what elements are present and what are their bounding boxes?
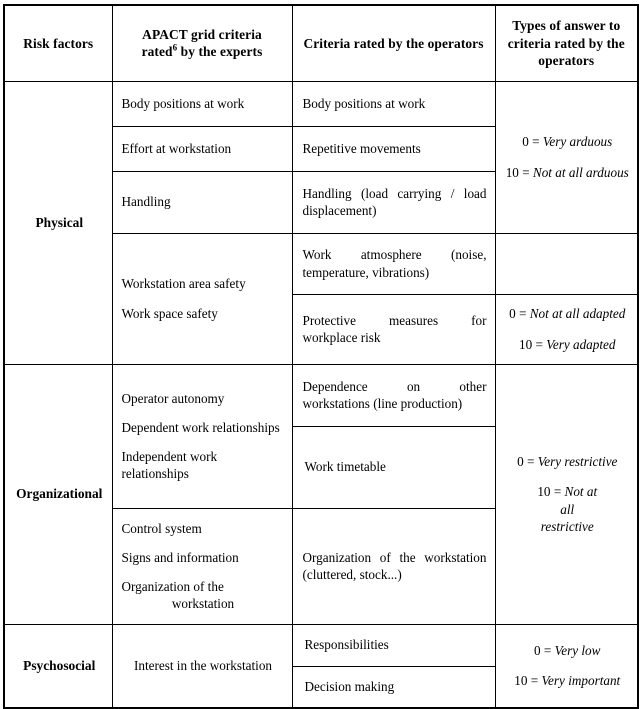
expert-criterion-autonomy-group: Operator autonomy Dependent work relatio… xyxy=(111,363,293,509)
header-apact-line1: APACT grid criteria xyxy=(142,26,262,42)
answer-line-high: 10 = Very important xyxy=(505,672,631,689)
answer-text-10: Very adapted xyxy=(546,336,616,352)
expert-criterion-line1: Organization of the xyxy=(121,579,224,594)
answer-line-low: 0 = Very restrictive xyxy=(505,453,631,470)
risk-factor-organizational: Organizational xyxy=(3,363,113,625)
expert-criterion-label: Interest in the workstation xyxy=(133,658,273,674)
expert-criterion-label: Body positions at work xyxy=(121,95,245,111)
header-apact-rated: rated xyxy=(141,44,173,60)
operator-criterion-line1: Work atmosphere (noise, xyxy=(302,247,487,263)
risk-factor-organizational-label: Organizational xyxy=(16,486,103,502)
answer-line-low: 0 = Not at all adapted xyxy=(505,305,631,322)
operator-criterion-work-atmosphere: Work atmosphere (noise, temperature, vib… xyxy=(291,232,496,295)
operator-criterion-line2: workplace risk xyxy=(302,330,381,345)
expert-criterion-control-system: Control system xyxy=(121,520,202,536)
answer-score-0: 0 = xyxy=(534,643,555,659)
operator-criterion-label: Body positions at work xyxy=(302,95,426,111)
header-criteria-rated-by-operators: Criteria rated by the operators xyxy=(291,4,496,82)
operator-criterion-responsibilities: Responsibilities xyxy=(291,623,496,667)
operator-criterion-line2: temperature, vibrations) xyxy=(302,264,430,280)
header-apact-grid-criteria: APACT grid criteria rated6 by the expert… xyxy=(111,4,293,82)
answer-score-10: 10 = xyxy=(519,336,547,352)
operator-criterion-line2: displacement) xyxy=(302,203,377,218)
table-row: Physical Body positions at work Body pos… xyxy=(3,80,639,365)
operator-criterion-body-positions: Body positions at work xyxy=(291,80,496,127)
answer-score-0: 0 = xyxy=(509,306,530,322)
answer-text-10: Not at all arduous xyxy=(532,164,629,180)
expert-criterion-dependent-work-relationships: Dependent work relationships xyxy=(121,419,280,435)
expert-criterion-safety-group: Workstation area safety Work space safet… xyxy=(111,232,293,365)
table-row: Psychosocial Interest in the workstation… xyxy=(3,623,639,709)
operator-criterion-handling: Handling (load carrying / load displacem… xyxy=(291,170,496,234)
expert-criterion-label: Effort at workstation xyxy=(121,140,232,156)
expert-criterion-signs-and-information: Signs and information xyxy=(121,549,239,565)
table-row: Organizational Operator autonomy Depende… xyxy=(3,363,639,625)
header-types-of-answer: Types of answer to criteria rated by the… xyxy=(494,4,639,82)
answer-text-0: Very arduous xyxy=(542,134,613,150)
answer-line-high: 10 = Very adapted xyxy=(505,336,631,353)
expert-criterion-interest-in-workstation: Interest in the workstation xyxy=(111,623,293,709)
table-header-row: Risk factors APACT grid criteria rated6 … xyxy=(3,4,639,82)
expert-criterion-workstation-area-safety: Workstation area safety xyxy=(121,276,246,292)
answer-text-10: Very important xyxy=(541,673,621,689)
expert-criterion-operator-autonomy: Operator autonomy xyxy=(121,390,225,406)
header-apact-byexperts: by the experts xyxy=(180,44,263,60)
header-types-of-answer-label: Types of answer to criteria rated by the… xyxy=(507,18,625,68)
expert-criterion-body-positions: Body positions at work xyxy=(111,80,293,127)
operator-criterion-organization-of-workstation: Organization of the workstation (clutter… xyxy=(291,507,496,625)
answer-line-low: 0 = Very low xyxy=(505,642,631,659)
expert-criterion-handling: Handling xyxy=(111,170,293,234)
risk-factor-psychosocial: Psychosocial xyxy=(3,623,113,709)
header-risk-factors-label: Risk factors xyxy=(23,35,94,51)
answer-line-low: 0 = Very arduous xyxy=(505,133,631,150)
risk-factor-psychosocial-label: Psychosocial xyxy=(23,658,96,674)
operator-criterion-dependence-on-other-workstations: Dependence on other workstations (line p… xyxy=(291,363,496,427)
apact-criteria-table: Risk factors APACT grid criteria rated6 … xyxy=(3,4,639,709)
header-criteria-operators-label: Criteria rated by the operators xyxy=(303,35,484,51)
expert-criterion-organization-of-workstation: Organization of the workstation xyxy=(122,578,285,612)
answer-text-0: Not at all adapted xyxy=(529,306,626,322)
operator-criterion-label: Decision making xyxy=(304,679,395,695)
expert-criterion-control-group: Control system Signs and information Org… xyxy=(111,507,293,625)
answer-line-high: 10 = Not at all arduous xyxy=(505,164,631,181)
answer-line-high: 10 = Not at all restrictive xyxy=(505,483,631,534)
operator-criterion-line1: Dependence on other xyxy=(302,378,487,394)
risk-factor-physical-label: Physical xyxy=(35,214,84,230)
operator-criterion-protective-measures: Protective measures for workplace risk xyxy=(291,293,496,365)
expert-criterion-effort-at-workstation: Effort at workstation xyxy=(111,125,293,172)
answer-score-0: 0 = xyxy=(517,454,538,470)
answer-score-10: 10 = xyxy=(505,164,533,180)
answer-score-10: 10 = xyxy=(537,484,565,500)
expert-criterion-independent-work-relationships: Independent work relationships xyxy=(121,449,218,482)
header-risk-factors: Risk factors xyxy=(3,4,113,82)
operator-criterion-label: Repetitive movements xyxy=(302,140,421,156)
expert-criterion-work-space-safety: Work space safety xyxy=(121,305,218,321)
operator-criterion-label: Responsibilities xyxy=(304,637,389,653)
answer-type-adapted: 0 = Not at all adapted 10 = Very adapted xyxy=(494,293,639,365)
answer-type-restrictive: 0 = Very restrictive 10 = Not at all res… xyxy=(494,363,639,625)
operator-criterion-line2: (cluttered, stock...) xyxy=(302,567,402,582)
operator-criterion-line1: Organization of the workstation xyxy=(302,549,487,565)
operator-criterion-repetitive-movements: Repetitive movements xyxy=(291,125,496,172)
operator-criterion-decision-making: Decision making xyxy=(291,665,496,709)
answer-type-importance: 0 = Very low 10 = Very important xyxy=(494,623,639,709)
answer-text-0: Very low xyxy=(554,643,601,659)
operator-criterion-line1: Handling (load carrying / load xyxy=(302,185,487,201)
answer-text-0: Very restrictive xyxy=(537,454,618,470)
operator-criterion-line2: workstations (line production) xyxy=(302,396,463,411)
operator-criterion-label: Work timetable xyxy=(304,459,386,475)
answer-type-arduous: 0 = Very arduous 10 = Not at all arduous xyxy=(494,80,639,234)
expert-criterion-label: Handling xyxy=(121,194,171,210)
operator-criterion-line1: Protective measures for xyxy=(302,312,487,328)
header-footnote-marker: 6 xyxy=(172,42,178,53)
operator-criterion-work-timetable: Work timetable xyxy=(291,425,496,509)
answer-score-10: 10 = xyxy=(514,673,542,689)
apact-criteria-table-container: Risk factors APACT grid criteria rated6 … xyxy=(3,4,639,709)
expert-criterion-line2: workstation xyxy=(171,596,235,612)
answer-score-0: 0 = xyxy=(522,134,543,150)
risk-factor-physical: Physical xyxy=(3,80,113,365)
